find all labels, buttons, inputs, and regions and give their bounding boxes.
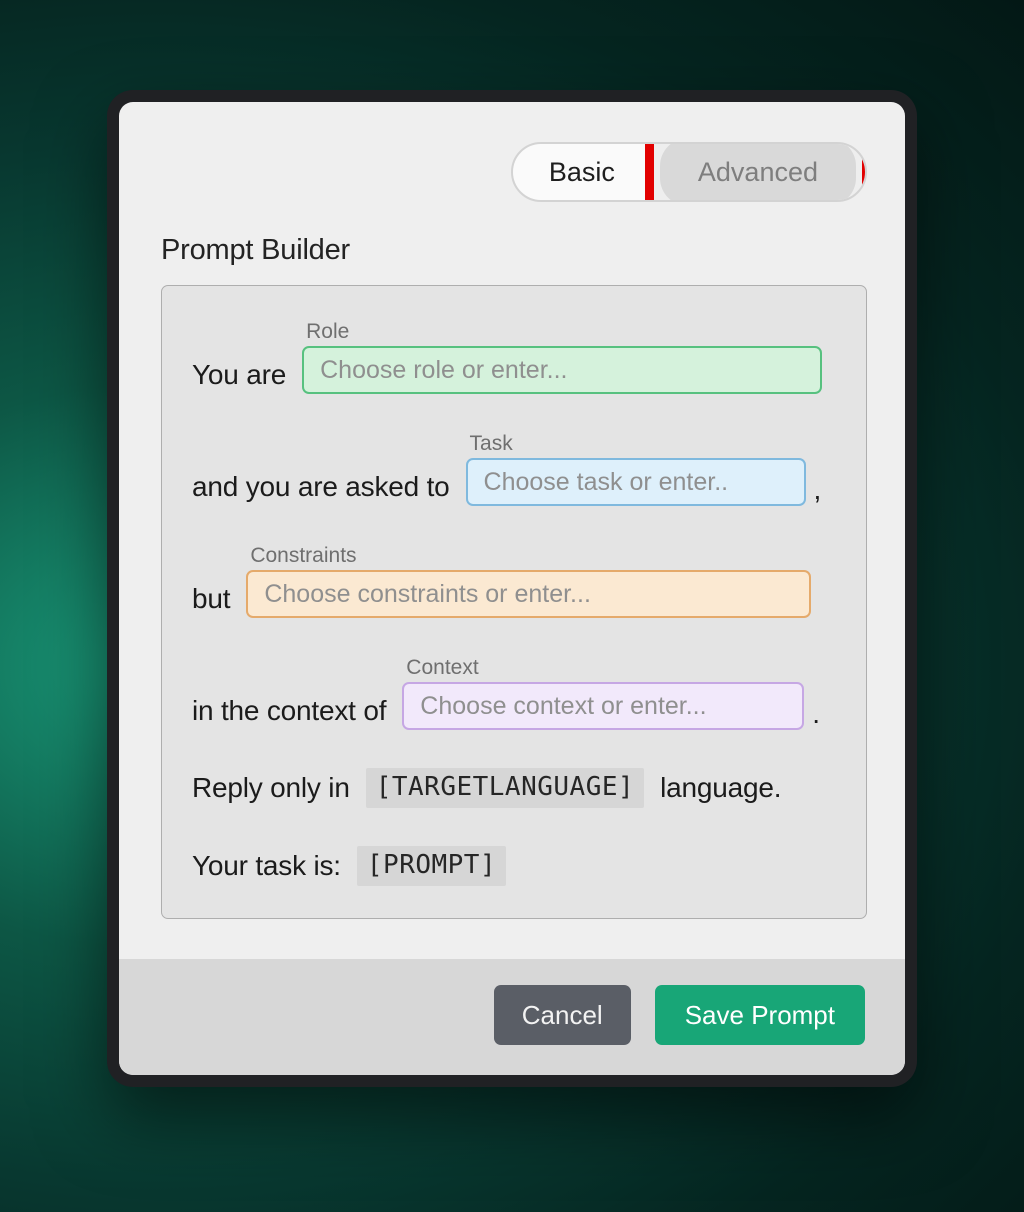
section-title: Prompt Builder [161,234,867,267]
cancel-button[interactable]: Cancel [494,985,631,1045]
text-language-suffix: language. [660,768,781,807]
text-asked-to: and you are asked to [192,467,450,506]
context-input[interactable]: Choose context or enter... [402,682,804,730]
field-wrap-constraints: Constraints Choose constraints or enter.… [246,544,811,618]
modal-footer: Cancel Save Prompt [119,959,905,1075]
row-constraints: but Constraints Choose constraints or en… [192,544,836,618]
period-after-context: . [812,698,820,730]
modal-content: Basic Advanced Prompt Builder You are Ro… [119,102,905,959]
text-context-of: in the context of [192,691,386,730]
row-task-is: Your task is: [PROMPT] [192,846,836,886]
tab-group: Basic Advanced [511,142,867,202]
row-language: Reply only in [TARGETLANGUAGE] language. [192,768,836,808]
label-role: Role [306,320,822,344]
row-task: and you are asked to Task Choose task or… [192,432,836,506]
tab-advanced-highlight: Advanced [645,142,867,202]
constraints-input[interactable]: Choose constraints or enter... [246,570,811,618]
comma-after-task: , [814,474,822,506]
tab-area: Basic Advanced [161,142,867,202]
tab-advanced[interactable]: Advanced [660,142,856,202]
row-context: in the context of Context Choose context… [192,656,836,730]
token-prompt: [PROMPT] [357,846,506,886]
field-wrap-context: Context Choose context or enter... [402,656,804,730]
field-wrap-task: Task Choose task or enter.. [466,432,806,506]
modal-inner: Basic Advanced Prompt Builder You are Ro… [119,102,905,1075]
prompt-builder-panel: You are Role Choose role or enter... and… [161,285,867,919]
text-but: but [192,579,230,618]
token-target-language: [TARGETLANGUAGE] [366,768,644,808]
label-constraints: Constraints [250,544,811,568]
row-role: You are Role Choose role or enter... [192,320,836,394]
field-wrap-role: Role Choose role or enter... [302,320,822,394]
task-input[interactable]: Choose task or enter.. [466,458,806,506]
save-prompt-button[interactable]: Save Prompt [655,985,865,1045]
role-input[interactable]: Choose role or enter... [302,346,822,394]
text-your-task-is: Your task is: [192,846,341,885]
text-you-are: You are [192,355,286,394]
label-context: Context [406,656,804,680]
tab-basic[interactable]: Basic [513,144,651,200]
modal-window: Basic Advanced Prompt Builder You are Ro… [107,90,917,1087]
text-reply-only-in: Reply only in [192,768,350,807]
label-task: Task [470,432,806,456]
